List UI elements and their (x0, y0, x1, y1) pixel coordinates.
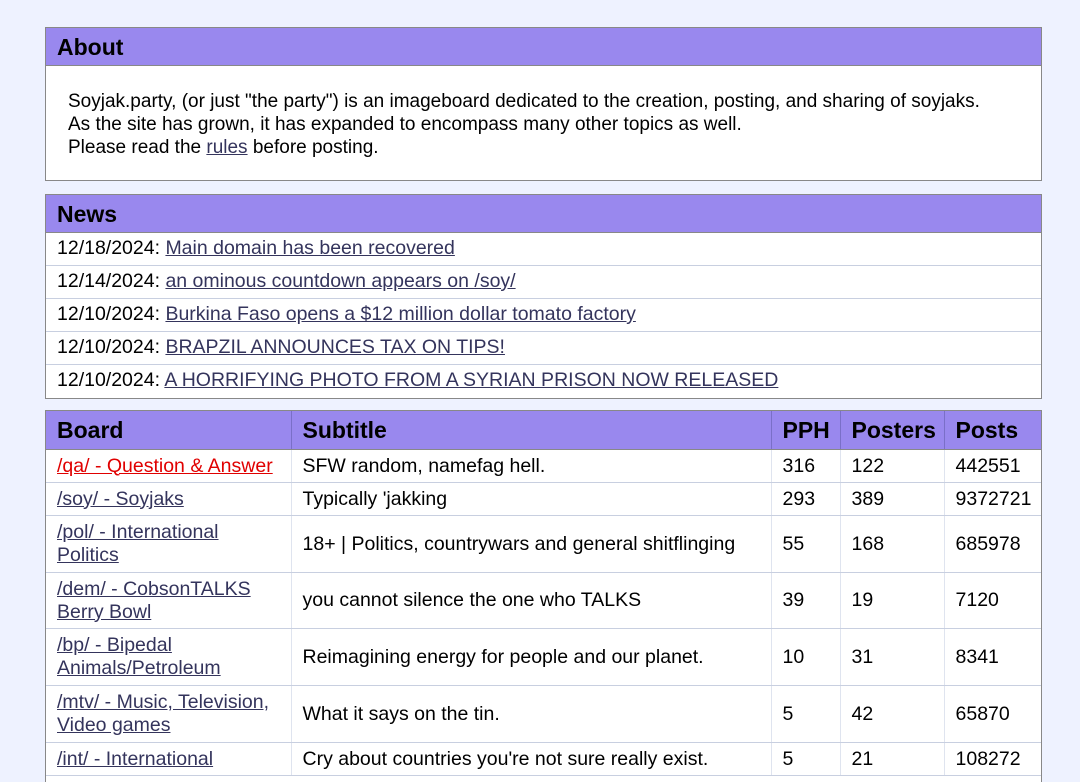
news-date: 12/18/2024: (57, 237, 161, 259)
news-item: 12/10/2024: A HORRIFYING PHOTO FROM A SY… (46, 365, 1041, 398)
board-posters: 42 (840, 685, 945, 743)
about-line-3: Please read the rules before posting. (68, 137, 379, 158)
news-box: News 12/18/2024: Main domain has been re… (45, 194, 1042, 399)
about-line-2: As the site has grown, it has expanded t… (68, 114, 742, 135)
news-link[interactable]: Burkina Faso opens a $12 million dollar … (165, 303, 635, 325)
column-header-board[interactable]: Board (46, 411, 292, 450)
board-link[interactable]: /pol/ - International Politics (57, 521, 219, 566)
board-subtitle: 18+ | Politics, countrywars and general … (291, 515, 772, 573)
board-posts: 685978 (944, 515, 1041, 573)
table-row: /pol/ - International Politics 18+ | Pol… (46, 515, 1041, 573)
board-posters: 168 (840, 515, 945, 573)
news-link[interactable]: Main domain has been recovered (165, 237, 454, 259)
board-posts: 65870 (944, 685, 1041, 743)
board-link[interactable]: /int/ - International (57, 748, 213, 770)
boards-table: Board Subtitle PPH Posters Posts /qa/ - … (46, 411, 1041, 776)
boards-table-box: Board Subtitle PPH Posters Posts /qa/ - … (45, 410, 1042, 782)
board-pph: 5 (771, 742, 841, 776)
news-item: 12/14/2024: an ominous countdown appears… (46, 266, 1041, 299)
rules-link[interactable]: rules (206, 137, 247, 158)
news-link[interactable]: A HORRIFYING PHOTO FROM A SYRIAN PRISON … (164, 369, 778, 391)
column-header-subtitle[interactable]: Subtitle (291, 411, 772, 450)
board-link[interactable]: /soy/ - Soyjaks (57, 488, 184, 510)
news-date: 12/14/2024: (57, 270, 161, 292)
board-pph: 10 (771, 628, 841, 686)
table-row: /bp/ - Bipedal Animals/Petroleum Reimagi… (46, 628, 1041, 686)
board-pph: 316 (771, 449, 841, 483)
column-header-posts[interactable]: Posts (944, 411, 1041, 450)
board-link[interactable]: /dem/ - CobsonTALKS Berry Bowl (57, 578, 251, 623)
board-pph: 55 (771, 515, 841, 573)
about-box: About Soyjak.party, (or just "the party"… (45, 27, 1042, 181)
news-date: 12/10/2024: (57, 369, 161, 391)
news-item: 12/10/2024: BRAPZIL ANNOUNCES TAX ON TIP… (46, 332, 1041, 365)
board-subtitle: Cry about countries you're not sure real… (291, 742, 772, 776)
board-posters: 19 (840, 572, 945, 629)
board-link[interactable]: /qa/ - Question & Answer (57, 455, 273, 477)
board-pph: 5 (771, 685, 841, 743)
board-subtitle: Typically 'jakking (291, 482, 772, 516)
board-posters: 31 (840, 628, 945, 686)
table-row: /dem/ - CobsonTALKS Berry Bowl you canno… (46, 572, 1041, 629)
table-row: /soy/ - Soyjaks Typically 'jakking 293 3… (46, 482, 1041, 516)
about-text: Soyjak.party, (or just "the party") is a… (46, 66, 1041, 159)
board-posts: 8341 (944, 628, 1041, 686)
board-posts: 442551 (944, 449, 1041, 483)
board-posters: 21 (840, 742, 945, 776)
board-subtitle: SFW random, namefag hell. (291, 449, 772, 483)
board-posts: 108272 (944, 742, 1041, 776)
about-line-1: Soyjak.party, (or just "the party") is a… (68, 91, 980, 112)
board-link[interactable]: /mtv/ - Music, Television, Video games (57, 691, 269, 736)
news-title: News (46, 195, 1041, 233)
news-item: 12/10/2024: Burkina Faso opens a $12 mil… (46, 299, 1041, 332)
news-link[interactable]: an ominous countdown appears on /soy/ (165, 270, 515, 292)
board-posters: 122 (840, 449, 945, 483)
about-title: About (46, 28, 1041, 66)
board-posters: 389 (840, 482, 945, 516)
board-subtitle: Reimagining energy for people and our pl… (291, 628, 772, 686)
news-date: 12/10/2024: (57, 303, 161, 325)
board-pph: 39 (771, 572, 841, 629)
board-posts: 9372721 (944, 482, 1041, 516)
table-row: /int/ - International Cry about countrie… (46, 742, 1041, 776)
board-posts: 7120 (944, 572, 1041, 629)
board-link[interactable]: /bp/ - Bipedal Animals/Petroleum (57, 634, 221, 679)
table-header-row: Board Subtitle PPH Posters Posts (46, 411, 1041, 450)
news-date: 12/10/2024: (57, 336, 161, 358)
news-item: 12/18/2024: Main domain has been recover… (46, 233, 1041, 266)
board-subtitle: you cannot silence the one who TALKS (291, 572, 772, 629)
news-link[interactable]: BRAPZIL ANNOUNCES TAX ON TIPS! (165, 336, 505, 358)
column-header-pph[interactable]: PPH (771, 411, 841, 450)
board-subtitle: What it says on the tin. (291, 685, 772, 743)
board-pph: 293 (771, 482, 841, 516)
table-row: /qa/ - Question & Answer SFW random, nam… (46, 449, 1041, 483)
table-row: /mtv/ - Music, Television, Video games W… (46, 685, 1041, 743)
column-header-posters[interactable]: Posters (840, 411, 945, 450)
